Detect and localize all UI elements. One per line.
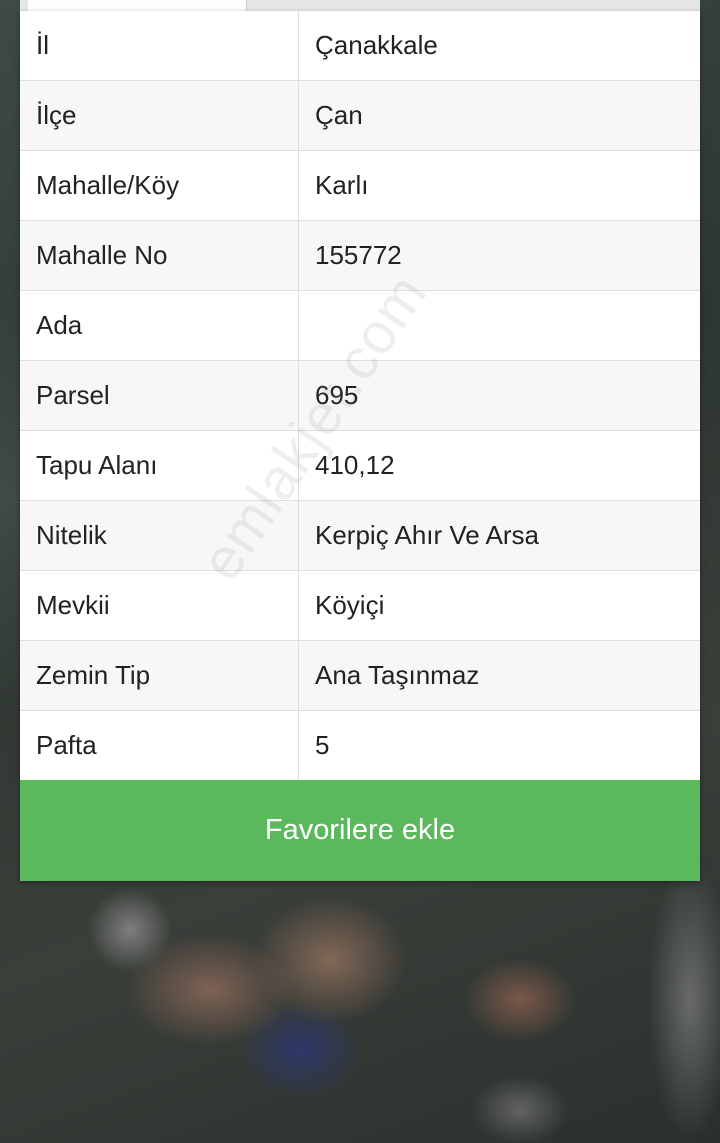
table-row: Zemin Tip Ana Taşınmaz — [20, 640, 700, 711]
row-label-pafta: Pafta — [20, 710, 299, 780]
row-label-nitelik: Nitelik — [20, 500, 299, 571]
row-label-ilce: İlçe — [20, 80, 299, 151]
table-row: Nitelik Kerpiç Ahır Ve Arsa — [20, 500, 700, 571]
row-label-zemin-tip: Zemin Tip — [20, 640, 299, 711]
table-row: Mahalle/Köy Karlı — [20, 150, 700, 221]
table-row: Ada — [20, 290, 700, 361]
row-value-ilce: Çan — [298, 80, 700, 151]
row-value-zemin-tip: Ana Taşınmaz — [298, 640, 700, 711]
row-value-il: Çanakkale — [298, 11, 700, 81]
row-value-pafta: 5 — [315, 730, 330, 760]
table-row: Parsel 695 — [20, 360, 700, 431]
row-value-parsel: 695 — [298, 360, 700, 431]
row-value-mahalle-koy: Karlı — [298, 150, 700, 221]
row-value-nitelik: Kerpiç Ahır Ve Arsa — [298, 500, 700, 571]
table-row: İlçe Çan — [20, 80, 700, 151]
row-value-mahalle-no: 155772 — [298, 220, 700, 291]
row-value-mevkii: Köyiçi — [298, 570, 700, 641]
row-label-mahalle-no: Mahalle No — [20, 220, 299, 291]
row-label-ada: Ada — [20, 290, 299, 361]
row-label-parsel: Parsel — [20, 360, 299, 431]
table-row: Tapu Alanı 410,12 — [20, 430, 700, 501]
add-to-favorites-button[interactable]: Favorilere ekle — [20, 780, 700, 881]
table-row: Mahalle No 155772 — [20, 220, 700, 291]
row-value-ada — [298, 290, 700, 361]
row-label-tapu-alani: Tapu Alanı — [20, 430, 299, 501]
table-row: Pafta 5 — [20, 710, 700, 780]
parcel-info-table: İl Çanakkale İlçe Çan Mahalle/Köy Karlı … — [20, 11, 700, 780]
parcel-info-card: İl Çanakkale İlçe Çan Mahalle/Köy Karlı … — [20, 11, 700, 881]
table-row: İl Çanakkale — [20, 11, 700, 81]
row-value-tapu-alani: 410,12 — [298, 430, 700, 501]
row-label-mahalle-koy: Mahalle/Köy — [20, 150, 299, 221]
table-row: Mevkii Köyiçi — [20, 570, 700, 641]
row-label-il: İl — [20, 11, 299, 81]
row-label-mevkii: Mevkii — [20, 570, 299, 641]
